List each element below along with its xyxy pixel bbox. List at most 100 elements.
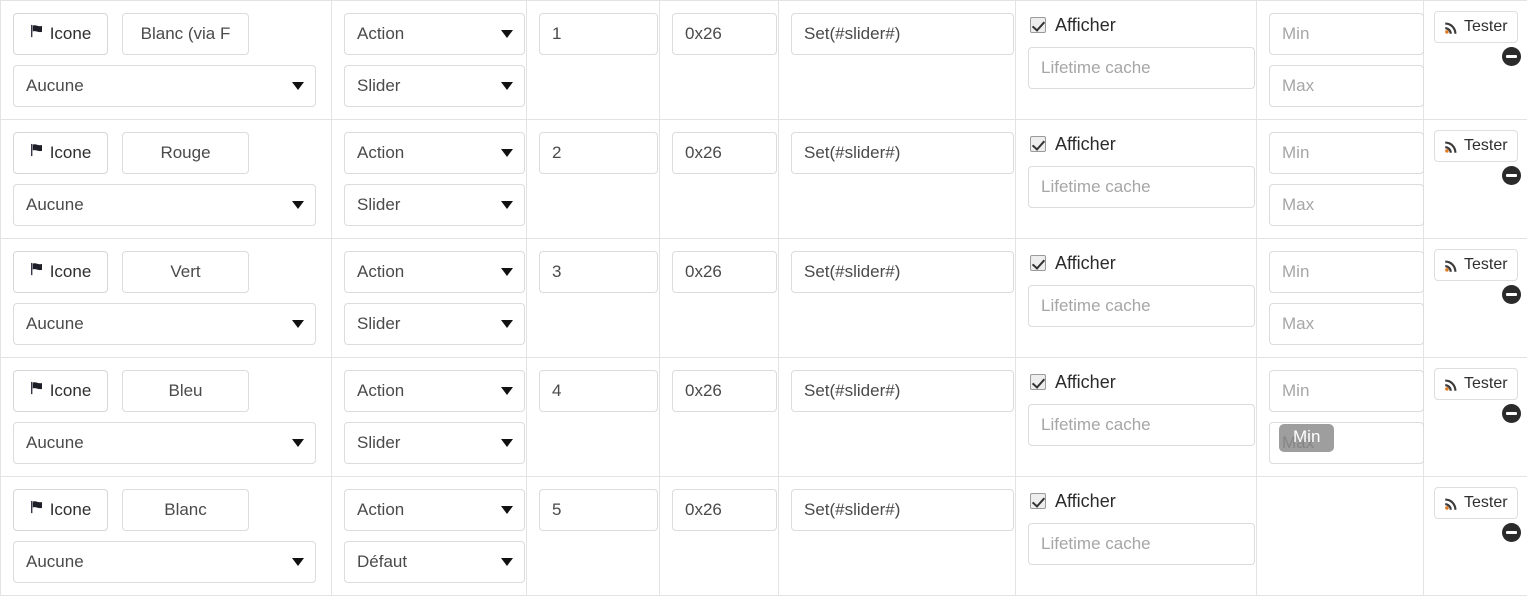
- minus-circle-icon-5[interactable]: [1502, 523, 1521, 542]
- afficher-checkbox-row-3[interactable]: Afficher: [1028, 251, 1244, 275]
- afficher-label: Afficher: [1055, 133, 1116, 154]
- checkbox-icon[interactable]: [1030, 17, 1046, 33]
- chevron-down-icon: [292, 82, 304, 90]
- action-select-value: Action: [357, 262, 405, 281]
- table-row: Icone Bleu Aucune Action Slider 4 0x26 Set(#sli…: [0, 357, 1527, 477]
- rss-icon: [1444, 377, 1459, 392]
- lifetime-cache-input-2[interactable]: Lifetime cache: [1028, 166, 1255, 208]
- min-input-2[interactable]: Min: [1269, 132, 1424, 174]
- type-select-value: Défaut: [357, 552, 408, 571]
- address-input-5[interactable]: 0x26: [672, 489, 777, 531]
- selector-select-4[interactable]: Aucune: [13, 422, 316, 464]
- chevron-down-icon: [501, 387, 513, 395]
- checkbox-icon[interactable]: [1030, 136, 1046, 152]
- max-input-1[interactable]: Max: [1269, 65, 1424, 107]
- minus-circle-icon-1[interactable]: [1502, 47, 1521, 66]
- selector-select-value: Aucune: [26, 76, 84, 95]
- tester-button-3[interactable]: Tester: [1434, 249, 1518, 281]
- max-input-3[interactable]: Max: [1269, 303, 1424, 345]
- minus-circle-icon-4[interactable]: [1502, 404, 1521, 423]
- afficher-checkbox-row-5[interactable]: Afficher: [1028, 489, 1244, 513]
- chevron-down-icon: [501, 506, 513, 514]
- address-input-2[interactable]: 0x26: [672, 132, 777, 174]
- action-select-5[interactable]: Action: [344, 489, 525, 531]
- tester-button-4[interactable]: Tester: [1434, 368, 1518, 400]
- chevron-down-icon: [501, 268, 513, 276]
- selector-select-2[interactable]: Aucune: [13, 184, 316, 226]
- lifetime-cache-input-3[interactable]: Lifetime cache: [1028, 285, 1255, 327]
- order-input-3[interactable]: 3: [539, 251, 658, 293]
- color-input-2[interactable]: Rouge: [122, 132, 249, 174]
- type-select-5[interactable]: Défaut: [344, 541, 525, 583]
- icone-button-label: Icone: [49, 24, 92, 43]
- request-input-3[interactable]: Set(#slider#): [791, 251, 1014, 293]
- icone-button-4[interactable]: Icone: [13, 370, 108, 412]
- tester-button-label: Tester: [1464, 494, 1508, 511]
- request-input-4[interactable]: Set(#slider#): [791, 370, 1014, 412]
- tester-button-1[interactable]: Tester: [1434, 11, 1518, 43]
- table-row: Icone Rouge Aucune Action Slider 2 0x26 Set(#sl…: [0, 119, 1527, 239]
- chevron-down-icon: [501, 201, 513, 209]
- checkbox-icon[interactable]: [1030, 255, 1046, 271]
- afficher-label: Afficher: [1055, 14, 1116, 35]
- icone-button-label: Icone: [49, 500, 92, 519]
- selector-select-3[interactable]: Aucune: [13, 303, 316, 345]
- address-input-1[interactable]: 0x26: [672, 13, 777, 55]
- tester-button-5[interactable]: Tester: [1434, 487, 1518, 519]
- type-select-value: Slider: [357, 433, 401, 452]
- request-input-2[interactable]: Set(#slider#): [791, 132, 1014, 174]
- address-input-3[interactable]: 0x26: [672, 251, 777, 293]
- checkbox-icon[interactable]: [1030, 374, 1046, 390]
- color-input-3[interactable]: Vert: [122, 251, 249, 293]
- afficher-checkbox-row-1[interactable]: Afficher: [1028, 13, 1244, 37]
- action-select-3[interactable]: Action: [344, 251, 525, 293]
- type-select-1[interactable]: Slider: [344, 65, 525, 107]
- action-select-value: Action: [357, 24, 405, 43]
- type-select-3[interactable]: Slider: [344, 303, 525, 345]
- lifetime-cache-input-5[interactable]: Lifetime cache: [1028, 523, 1255, 565]
- action-select-4[interactable]: Action: [344, 370, 525, 412]
- color-input-5[interactable]: Blanc: [122, 489, 249, 531]
- commands-table: Icone Blanc (via F Aucune Action Slider 1 0x26…: [0, 0, 1527, 596]
- minus-circle-icon-2[interactable]: [1502, 166, 1521, 185]
- type-select-2[interactable]: Slider: [344, 184, 525, 226]
- selector-select-5[interactable]: Aucune: [13, 541, 316, 583]
- icone-button-2[interactable]: Icone: [13, 132, 108, 174]
- color-input-4[interactable]: Bleu: [122, 370, 249, 412]
- selector-select-value: Aucune: [26, 433, 84, 452]
- max-input-4[interactable]: Max: [1269, 422, 1424, 464]
- table-row: Icone Blanc (via F Aucune Action Slider 1 0x26…: [0, 0, 1527, 120]
- icone-button-3[interactable]: Icone: [13, 251, 108, 293]
- type-select-value: Slider: [357, 76, 401, 95]
- checkbox-icon[interactable]: [1030, 493, 1046, 509]
- max-input-2[interactable]: Max: [1269, 184, 1424, 226]
- afficher-checkbox-row-4[interactable]: Afficher: [1028, 370, 1244, 394]
- request-input-1[interactable]: Set(#slider#): [791, 13, 1014, 55]
- order-input-2[interactable]: 2: [539, 132, 658, 174]
- tester-button-label: Tester: [1464, 18, 1508, 35]
- order-input-1[interactable]: 1: [539, 13, 658, 55]
- tester-button-2[interactable]: Tester: [1434, 130, 1518, 162]
- icone-button-5[interactable]: Icone: [13, 489, 108, 531]
- action-select-2[interactable]: Action: [344, 132, 525, 174]
- selector-select-value: Aucune: [26, 314, 84, 333]
- icone-button-1[interactable]: Icone: [13, 13, 108, 55]
- selector-select-1[interactable]: Aucune: [13, 65, 316, 107]
- selector-select-value: Aucune: [26, 552, 84, 571]
- order-input-5[interactable]: 5: [539, 489, 658, 531]
- afficher-checkbox-row-2[interactable]: Afficher: [1028, 132, 1244, 156]
- lifetime-cache-input-1[interactable]: Lifetime cache: [1028, 47, 1255, 89]
- color-input-1[interactable]: Blanc (via F: [122, 13, 249, 55]
- min-input-1[interactable]: Min: [1269, 13, 1424, 55]
- table-row: Icone Blanc Aucune Action Défaut 5 0x26 Set(#sl…: [0, 476, 1527, 596]
- action-select-1[interactable]: Action: [344, 13, 525, 55]
- request-input-5[interactable]: Set(#slider#): [791, 489, 1014, 531]
- rss-icon: [1444, 139, 1459, 154]
- type-select-4[interactable]: Slider: [344, 422, 525, 464]
- order-input-4[interactable]: 4: [539, 370, 658, 412]
- min-input-4[interactable]: Min: [1269, 370, 1424, 412]
- minus-circle-icon-3[interactable]: [1502, 285, 1521, 304]
- address-input-4[interactable]: 0x26: [672, 370, 777, 412]
- lifetime-cache-input-4[interactable]: Lifetime cache: [1028, 404, 1255, 446]
- min-input-3[interactable]: Min: [1269, 251, 1424, 293]
